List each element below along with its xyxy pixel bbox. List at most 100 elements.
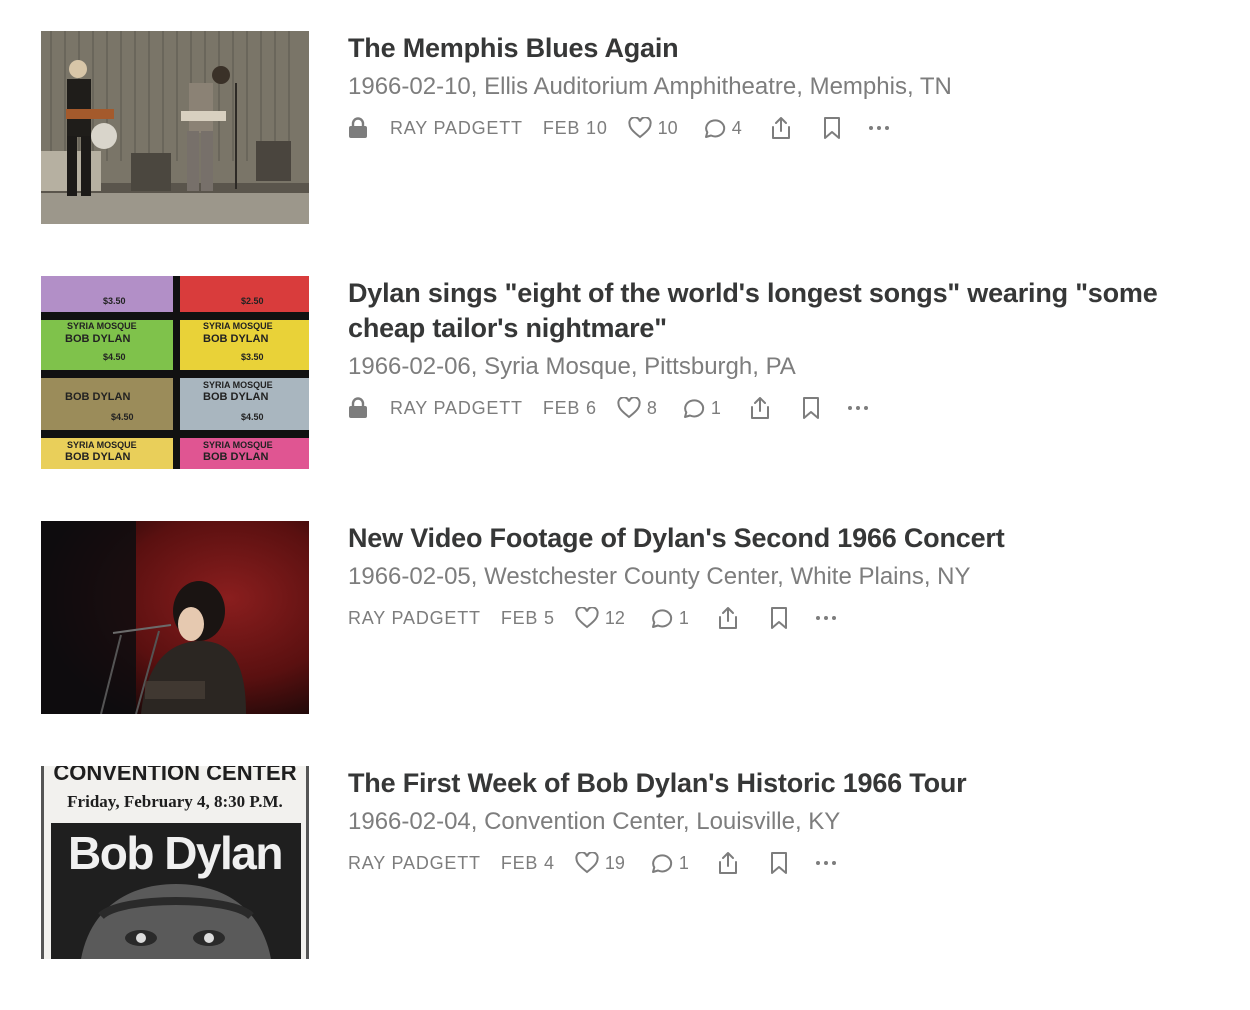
post-title[interactable]: Dylan sings "eight of the world's longes… bbox=[348, 276, 1208, 346]
ticket-price: $3.50 bbox=[103, 296, 126, 306]
share-icon bbox=[749, 396, 771, 420]
post-date: FEB 6 bbox=[542, 397, 597, 418]
post-subtitle[interactable]: 1966-02-04, Convention Center, Louisvill… bbox=[348, 807, 1208, 837]
comment-icon bbox=[649, 607, 673, 629]
ticket-artist: BOB DYLAN bbox=[65, 451, 130, 463]
like-button[interactable]: 12 bbox=[575, 607, 625, 629]
share-icon bbox=[770, 116, 792, 140]
comment-button[interactable]: 1 bbox=[681, 397, 721, 419]
post-body: The Memphis Blues Again 1966-02-10, Elli… bbox=[348, 31, 1208, 142]
ticket-venue: SYRIA MOSQUE bbox=[203, 380, 273, 390]
ticket-venue: SYRIA MOSQUE bbox=[203, 440, 273, 450]
share-button[interactable] bbox=[770, 116, 792, 140]
share-icon bbox=[717, 851, 739, 875]
post-subtitle[interactable]: 1966-02-10, Ellis Auditorium Amphitheatr… bbox=[348, 72, 1208, 102]
comment-count: 1 bbox=[678, 852, 689, 873]
ticket-venue: SYRIA MOSQUE bbox=[67, 440, 137, 450]
ticket-artist: BOB DYLAN bbox=[203, 333, 268, 345]
more-button[interactable] bbox=[815, 615, 837, 621]
stage-photo bbox=[41, 31, 309, 224]
share-button[interactable] bbox=[749, 396, 771, 420]
ticket-price: $4.50 bbox=[103, 352, 126, 362]
newspaper-ad: CONVENTION CENTER Friday, February 4, 8:… bbox=[41, 766, 309, 959]
like-count: 12 bbox=[604, 607, 625, 628]
ticket-artist: BOB DYLAN bbox=[203, 391, 268, 403]
post-date: FEB 4 bbox=[500, 852, 555, 873]
more-button[interactable] bbox=[868, 125, 890, 131]
comment-count: 1 bbox=[678, 607, 689, 628]
post-body: New Video Footage of Dylan's Second 1966… bbox=[348, 521, 1208, 632]
comment-button[interactable]: 1 bbox=[649, 852, 689, 874]
ticket-artist: BOB DYLAN bbox=[203, 451, 268, 463]
post-title[interactable]: The First Week of Bob Dylan's Historic 1… bbox=[348, 766, 1208, 801]
post-date: FEB 5 bbox=[500, 607, 555, 628]
concert-photo bbox=[41, 521, 309, 714]
post-meta: RAY PADGETT FEB 4 19 1 bbox=[348, 849, 1208, 877]
more-button[interactable] bbox=[847, 405, 869, 411]
post-title[interactable]: The Memphis Blues Again bbox=[348, 31, 1208, 66]
ticket-artist: BOB DYLAN bbox=[65, 391, 130, 403]
comment-icon bbox=[702, 117, 726, 139]
heart-icon bbox=[628, 117, 652, 139]
post-meta: RAY PADGETT FEB 5 12 1 bbox=[348, 604, 1208, 632]
heart-icon bbox=[575, 852, 599, 874]
lock-icon bbox=[348, 117, 368, 139]
bookmark-button[interactable] bbox=[801, 396, 821, 420]
ticket-artist: BOB DYLAN bbox=[65, 333, 130, 345]
ad-datetime: Friday, February 4, 8:30 P.M. bbox=[67, 792, 283, 811]
bookmark-icon bbox=[822, 116, 842, 140]
like-button[interactable]: 8 bbox=[617, 397, 657, 419]
like-button[interactable]: 19 bbox=[575, 852, 625, 874]
ticket-collage: SYRIA MOSQUE BOB DYLAN $4.50 SYRIA MOSQU… bbox=[41, 276, 309, 469]
comment-icon bbox=[649, 852, 673, 874]
author-link[interactable]: RAY PADGETT bbox=[390, 398, 523, 419]
post-meta: RAY PADGETT FEB 10 10 4 bbox=[348, 114, 1208, 142]
more-icon bbox=[815, 615, 837, 621]
like-button[interactable]: 10 bbox=[628, 117, 678, 139]
ticket-price: $4.50 bbox=[111, 412, 134, 422]
post-body: Dylan sings "eight of the world's longes… bbox=[348, 276, 1208, 422]
like-count: 19 bbox=[604, 852, 625, 873]
more-icon bbox=[847, 405, 869, 411]
ad-artist-name: Bob Dylan bbox=[68, 827, 282, 879]
more-icon bbox=[868, 125, 890, 131]
ticket-venue: SYRIA MOSQUE bbox=[203, 321, 273, 331]
post-thumbnail[interactable]: SYRIA MOSQUE BOB DYLAN $4.50 SYRIA MOSQU… bbox=[41, 276, 309, 469]
ticket-price: $4.50 bbox=[241, 412, 264, 422]
bookmark-button[interactable] bbox=[769, 851, 789, 875]
comment-count: 1 bbox=[710, 397, 721, 418]
like-count: 8 bbox=[646, 397, 657, 418]
bookmark-icon bbox=[769, 851, 789, 875]
author-link[interactable]: RAY PADGETT bbox=[348, 608, 481, 629]
post-title[interactable]: New Video Footage of Dylan's Second 1966… bbox=[348, 521, 1208, 556]
ticket-price: $3.50 bbox=[241, 352, 264, 362]
comment-button[interactable]: 1 bbox=[649, 607, 689, 629]
post-thumbnail[interactable] bbox=[41, 521, 309, 714]
comment-button[interactable]: 4 bbox=[702, 117, 742, 139]
bookmark-button[interactable] bbox=[769, 606, 789, 630]
ticket-venue: SYRIA MOSQUE bbox=[67, 321, 137, 331]
author-link[interactable]: RAY PADGETT bbox=[348, 853, 481, 874]
heart-icon bbox=[575, 607, 599, 629]
share-button[interactable] bbox=[717, 851, 739, 875]
post-subtitle[interactable]: 1966-02-05, Westchester County Center, W… bbox=[348, 562, 1208, 592]
heart-icon bbox=[617, 397, 641, 419]
more-button[interactable] bbox=[815, 860, 837, 866]
post-subtitle[interactable]: 1966-02-06, Syria Mosque, Pittsburgh, PA bbox=[348, 352, 1208, 382]
ad-header: CONVENTION CENTER bbox=[53, 766, 296, 785]
post-thumbnail[interactable] bbox=[41, 31, 309, 224]
post-date: FEB 10 bbox=[542, 117, 608, 138]
more-icon bbox=[815, 860, 837, 866]
post-meta: RAY PADGETT FEB 6 8 1 bbox=[348, 394, 1208, 422]
author-link[interactable]: RAY PADGETT bbox=[390, 118, 523, 139]
comment-count: 4 bbox=[731, 117, 742, 138]
like-count: 10 bbox=[657, 117, 678, 138]
bookmark-icon bbox=[801, 396, 821, 420]
lock-icon bbox=[348, 397, 368, 419]
bookmark-button[interactable] bbox=[822, 116, 842, 140]
post-thumbnail[interactable]: CONVENTION CENTER Friday, February 4, 8:… bbox=[41, 766, 309, 959]
comment-icon bbox=[681, 397, 705, 419]
bookmark-icon bbox=[769, 606, 789, 630]
share-icon bbox=[717, 606, 739, 630]
share-button[interactable] bbox=[717, 606, 739, 630]
